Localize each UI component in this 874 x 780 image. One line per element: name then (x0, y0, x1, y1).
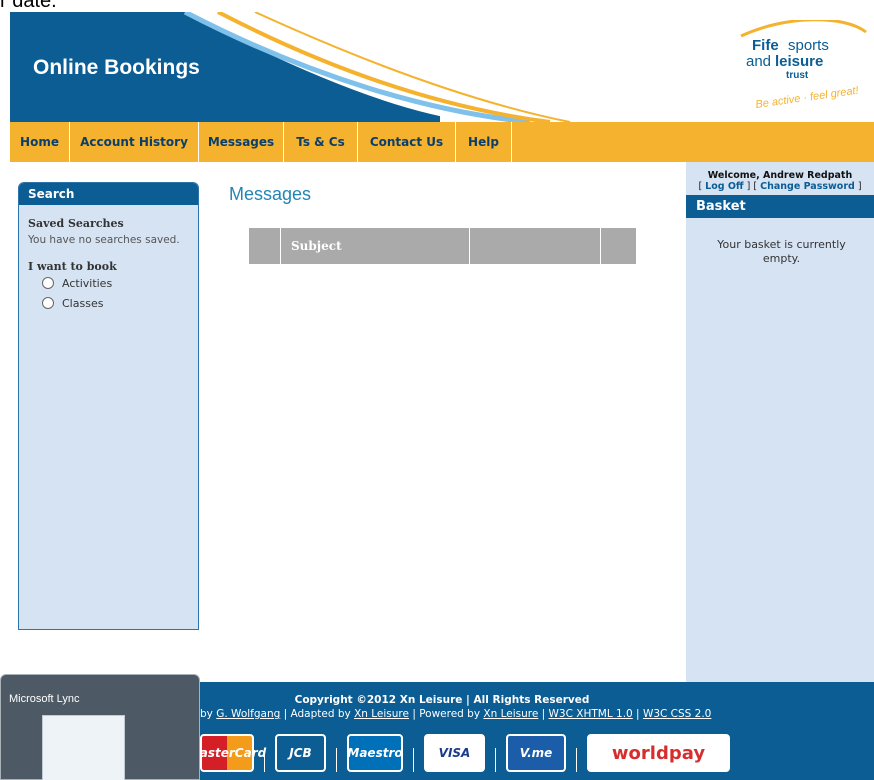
top-fragment-text: r date. (0, 0, 57, 12)
nav-help[interactable]: Help (456, 122, 512, 162)
adapted-text: | Adapted by (283, 708, 351, 720)
svg-text:sports: sports (788, 37, 829, 54)
logo-separator (495, 748, 496, 772)
messages-grid-header: Subject (249, 228, 636, 264)
powered-link[interactable]: Xn Leisure (483, 708, 538, 720)
visa-logo: VISA (424, 734, 485, 772)
lync-title: Microsoft Lync (9, 693, 80, 705)
grid-select-column (249, 228, 281, 264)
saved-searches-title: Saved Searches (28, 217, 124, 230)
main-navigation: Home Account History Messages Ts & Cs Co… (10, 122, 874, 162)
powered-text: | Powered by (412, 708, 481, 720)
grid-subject-column: Subject (281, 228, 470, 264)
svg-text:and: and (746, 53, 771, 70)
activities-label: Activities (62, 276, 113, 290)
grid-empty-column (470, 228, 601, 264)
welcome-message: Welcome, Andrew Redpath (707, 170, 853, 181)
logo-separator (336, 748, 337, 772)
wolfgang-link[interactable]: G. Wolfgang (216, 708, 280, 720)
account-basket-panel: Welcome, Andrew Redpath [ Log Off ] [ Ch… (686, 162, 874, 682)
nav-home-label: Home (20, 135, 59, 149)
svg-text:Fife: Fife (752, 37, 779, 54)
payment-logos: MasterCard JCB Maestro VISA V.me worldpa… (188, 734, 730, 772)
radio-button[interactable] (42, 297, 54, 309)
log-off-link[interactable]: Log Off (705, 181, 743, 192)
credits-prefix: by (200, 708, 213, 720)
maestro-logo: Maestro (347, 734, 403, 772)
site-header: Online Bookings Fife sports and leisure … (10, 12, 874, 122)
footer-credits: by G. Wolfgang | Adapted by Xn Leisure |… (200, 708, 712, 720)
nav-account-history[interactable]: Account History (70, 122, 199, 162)
nav-terms-label: Ts & Cs (296, 135, 345, 149)
saved-searches-empty-text: You have no searches saved. (28, 234, 180, 246)
search-title: Search (19, 183, 198, 205)
nav-account-history-label: Account History (80, 135, 188, 149)
vme-logo: V.me (506, 734, 566, 772)
page-title: Messages (229, 184, 312, 204)
browser-top-fragment: r date. (0, 0, 874, 12)
basket-empty-message: Your basket is currently empty. (717, 238, 846, 265)
nav-help-label: Help (468, 135, 499, 149)
want-to-book-title: I want to book (28, 260, 117, 273)
adapted-link[interactable]: Xn Leisure (354, 708, 409, 720)
classes-label: Classes (62, 296, 104, 310)
nav-contact-us[interactable]: Contact Us (358, 122, 456, 162)
nav-messages-label: Messages (207, 135, 275, 149)
w3c-css-link[interactable]: W3C CSS 2.0 (643, 708, 711, 720)
svg-text:trust: trust (786, 70, 809, 81)
nav-messages[interactable]: Messages (199, 122, 284, 162)
w3c-xhtml-link[interactable]: W3C XHTML 1.0 (549, 708, 633, 720)
lync-window-thumbnail[interactable] (42, 715, 125, 780)
worldpay-logo: worldpay (587, 734, 730, 772)
logo-separator (413, 748, 414, 772)
mastercard-logo: MasterCard (188, 734, 266, 772)
logo-separator (264, 748, 265, 772)
classes-option[interactable]: Classes (42, 293, 198, 313)
jcb-logo: JCB (275, 734, 326, 772)
brand-logo: Fife sports and leisure trust Be active … (740, 20, 867, 111)
search-sidebar: Search Saved Searches You have no search… (18, 182, 199, 630)
account-links: [ Log Off ] [ Change Password ] (698, 181, 862, 192)
microsoft-lync-taskbar-preview[interactable]: Microsoft Lync (0, 674, 200, 780)
logo-separator (576, 748, 577, 772)
svg-text:leisure: leisure (775, 53, 823, 70)
online-bookings-page: r date. Online Bookings Fife sports and … (0, 0, 874, 780)
basket-title: Basket (686, 195, 874, 218)
activities-option[interactable]: Activities (42, 273, 198, 293)
radio-button[interactable] (42, 277, 54, 289)
nav-contact-us-label: Contact Us (369, 135, 444, 149)
nav-home[interactable]: Home (10, 122, 70, 162)
change-password-link[interactable]: Change Password (760, 181, 855, 192)
nav-terms[interactable]: Ts & Cs (284, 122, 358, 162)
grid-action-column (601, 228, 636, 264)
site-title: Online Bookings (33, 56, 200, 79)
svg-text:Be active · feel great!: Be active · feel great! (755, 85, 860, 111)
